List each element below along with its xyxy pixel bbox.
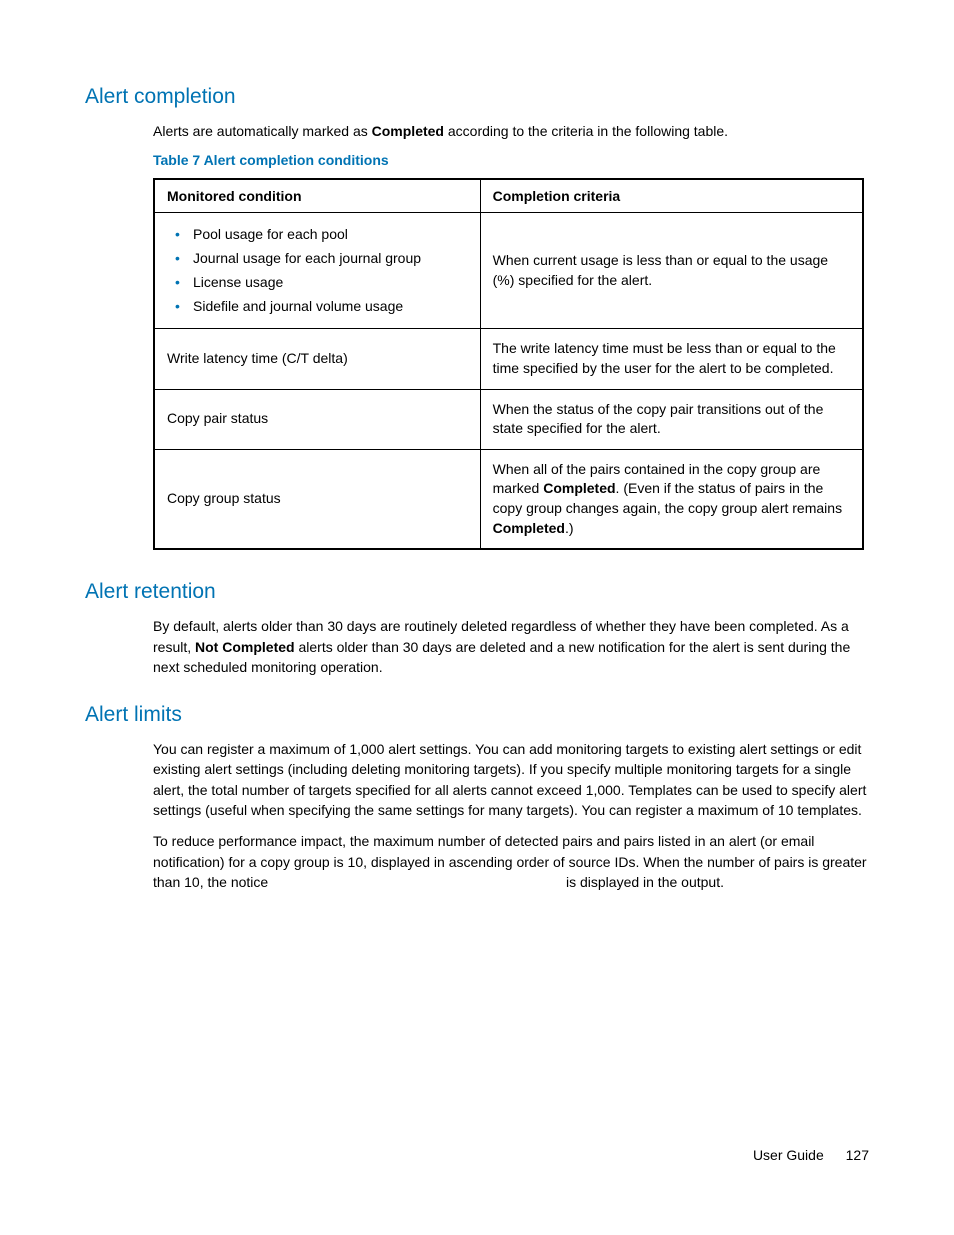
list-item: Pool usage for each pool [175,223,468,247]
table-cell-condition: Copy group status [154,449,480,549]
list-item: Journal usage for each journal group [175,247,468,271]
heading-alert-retention: Alert retention [85,580,879,604]
list-item: License usage [175,271,468,295]
criteria-text-bold1: Completed [543,480,615,496]
section-alert-limits: Alert limits You can register a maximum … [85,703,879,892]
criteria-text-bold2: Completed [493,520,565,536]
section-alert-completion: Alert completion Alerts are automaticall… [85,85,879,550]
table-cell-criteria: When all of the pairs contained in the c… [480,449,863,549]
table-header-left: Monitored condition [154,179,480,213]
limits-p2-tail: is displayed in the output. [566,874,724,890]
limits-paragraph-1: You can register a maximum of 1,000 aler… [153,739,879,820]
table-row: Write latency time (C/T delta) The write… [154,329,863,389]
section-alert-retention: Alert retention By default, alerts older… [85,580,879,677]
table-cell-criteria: When the status of the copy pair transit… [480,389,863,449]
table-row: Copy pair status When the status of the … [154,389,863,449]
table-cell-criteria: The write latency time must be less than… [480,329,863,389]
table-cell-condition: Write latency time (C/T delta) [154,329,480,389]
retention-paragraph: By default, alerts older than 30 days ar… [153,616,879,677]
footer-label: User Guide [753,1147,824,1163]
retention-text-bold: Not Completed [195,639,295,655]
intro-text-before: Alerts are automatically marked as [153,123,372,139]
table-caption: Table 7 Alert completion conditions [153,152,879,168]
limits-p2-main: To reduce performance impact, the maximu… [153,833,867,890]
table-header-right: Completion criteria [480,179,863,213]
heading-alert-completion: Alert completion [85,85,879,109]
limits-paragraph-2: To reduce performance impact, the maximu… [153,831,879,892]
table-row: Pool usage for each pool Journal usage f… [154,213,863,329]
intro-text-bold: Completed [372,123,444,139]
page-footer: User Guide 127 [753,1147,869,1163]
page-number: 127 [846,1147,869,1163]
criteria-text-c: .) [565,520,574,536]
list-item: Sidefile and journal volume usage [175,295,468,319]
intro-text-after: according to the criteria in the followi… [444,123,728,139]
heading-alert-limits: Alert limits [85,703,879,727]
table-cell-criteria: When current usage is less than or equal… [480,213,863,329]
table-row: Copy group status When all of the pairs … [154,449,863,549]
intro-paragraph: Alerts are automatically marked as Compl… [153,121,879,141]
alert-completion-table: Monitored condition Completion criteria … [153,178,864,550]
table-cell-condition: Copy pair status [154,389,480,449]
table-cell-condition: Pool usage for each pool Journal usage f… [154,213,480,329]
